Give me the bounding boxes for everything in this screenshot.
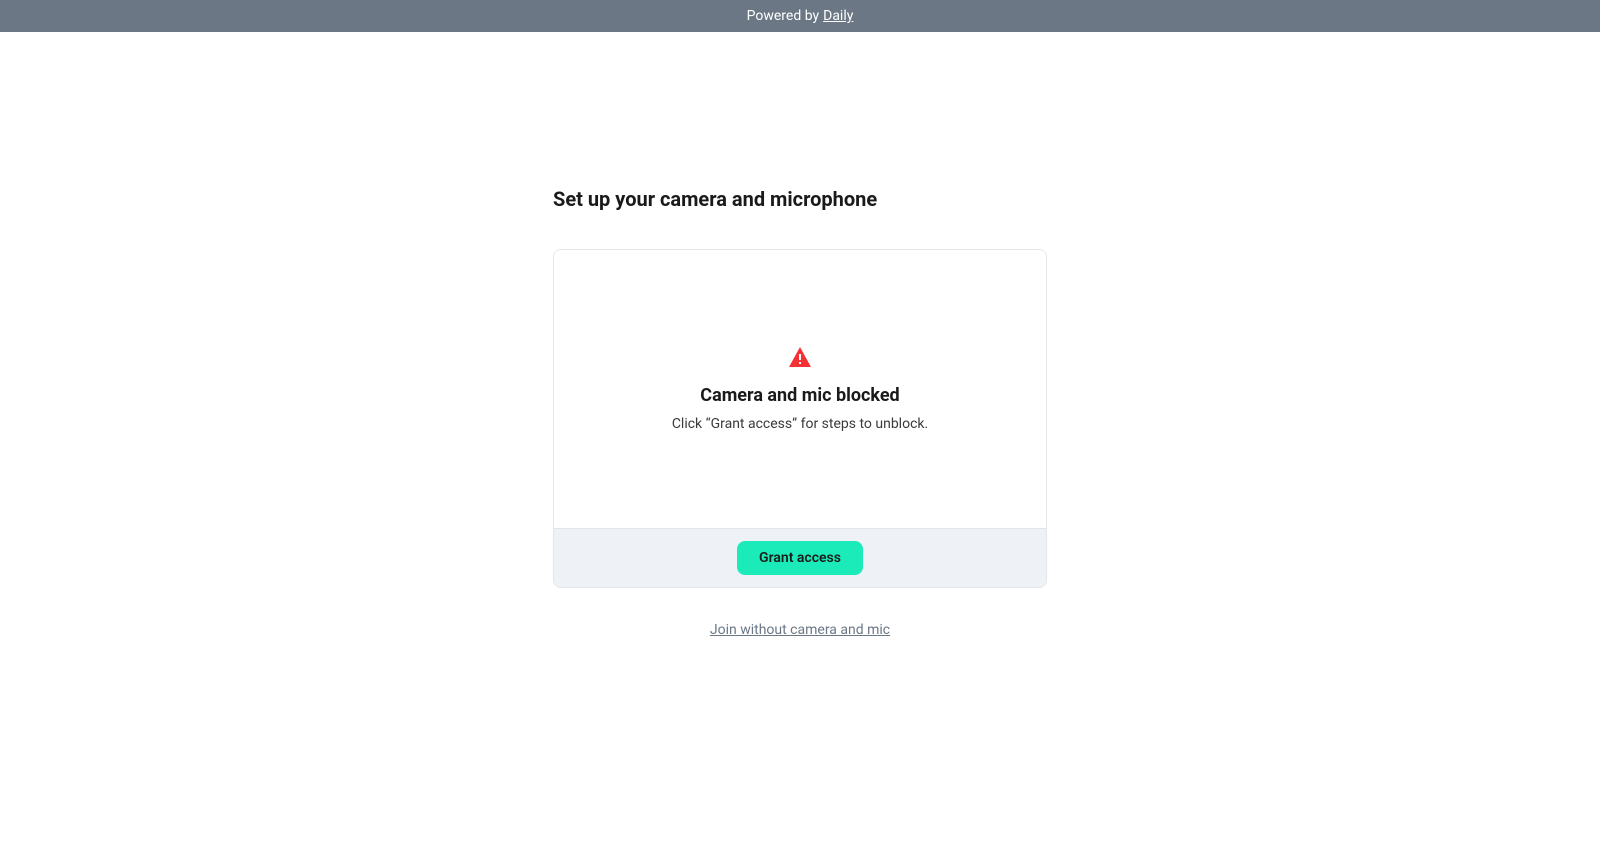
blocked-subtitle: Click “Grant access” for steps to unbloc… xyxy=(672,416,928,432)
header-prefix: Powered by xyxy=(747,8,820,24)
setup-card: Camera and mic blocked Click “Grant acce… xyxy=(553,249,1047,588)
header-brand-link[interactable]: Daily xyxy=(823,8,853,24)
grant-access-button[interactable]: Grant access xyxy=(737,541,863,575)
join-without-devices-link[interactable]: Join without camera and mic xyxy=(710,622,890,638)
header-bar: Powered by Daily xyxy=(0,0,1600,32)
blocked-title: Camera and mic blocked xyxy=(700,385,899,406)
main-container: Set up your camera and microphone Camera… xyxy=(0,32,1600,638)
page-title: Set up your camera and microphone xyxy=(553,187,1047,211)
card-body: Camera and mic blocked Click “Grant acce… xyxy=(554,250,1046,528)
warning-icon xyxy=(789,347,811,371)
card-footer: Grant access xyxy=(554,528,1046,587)
